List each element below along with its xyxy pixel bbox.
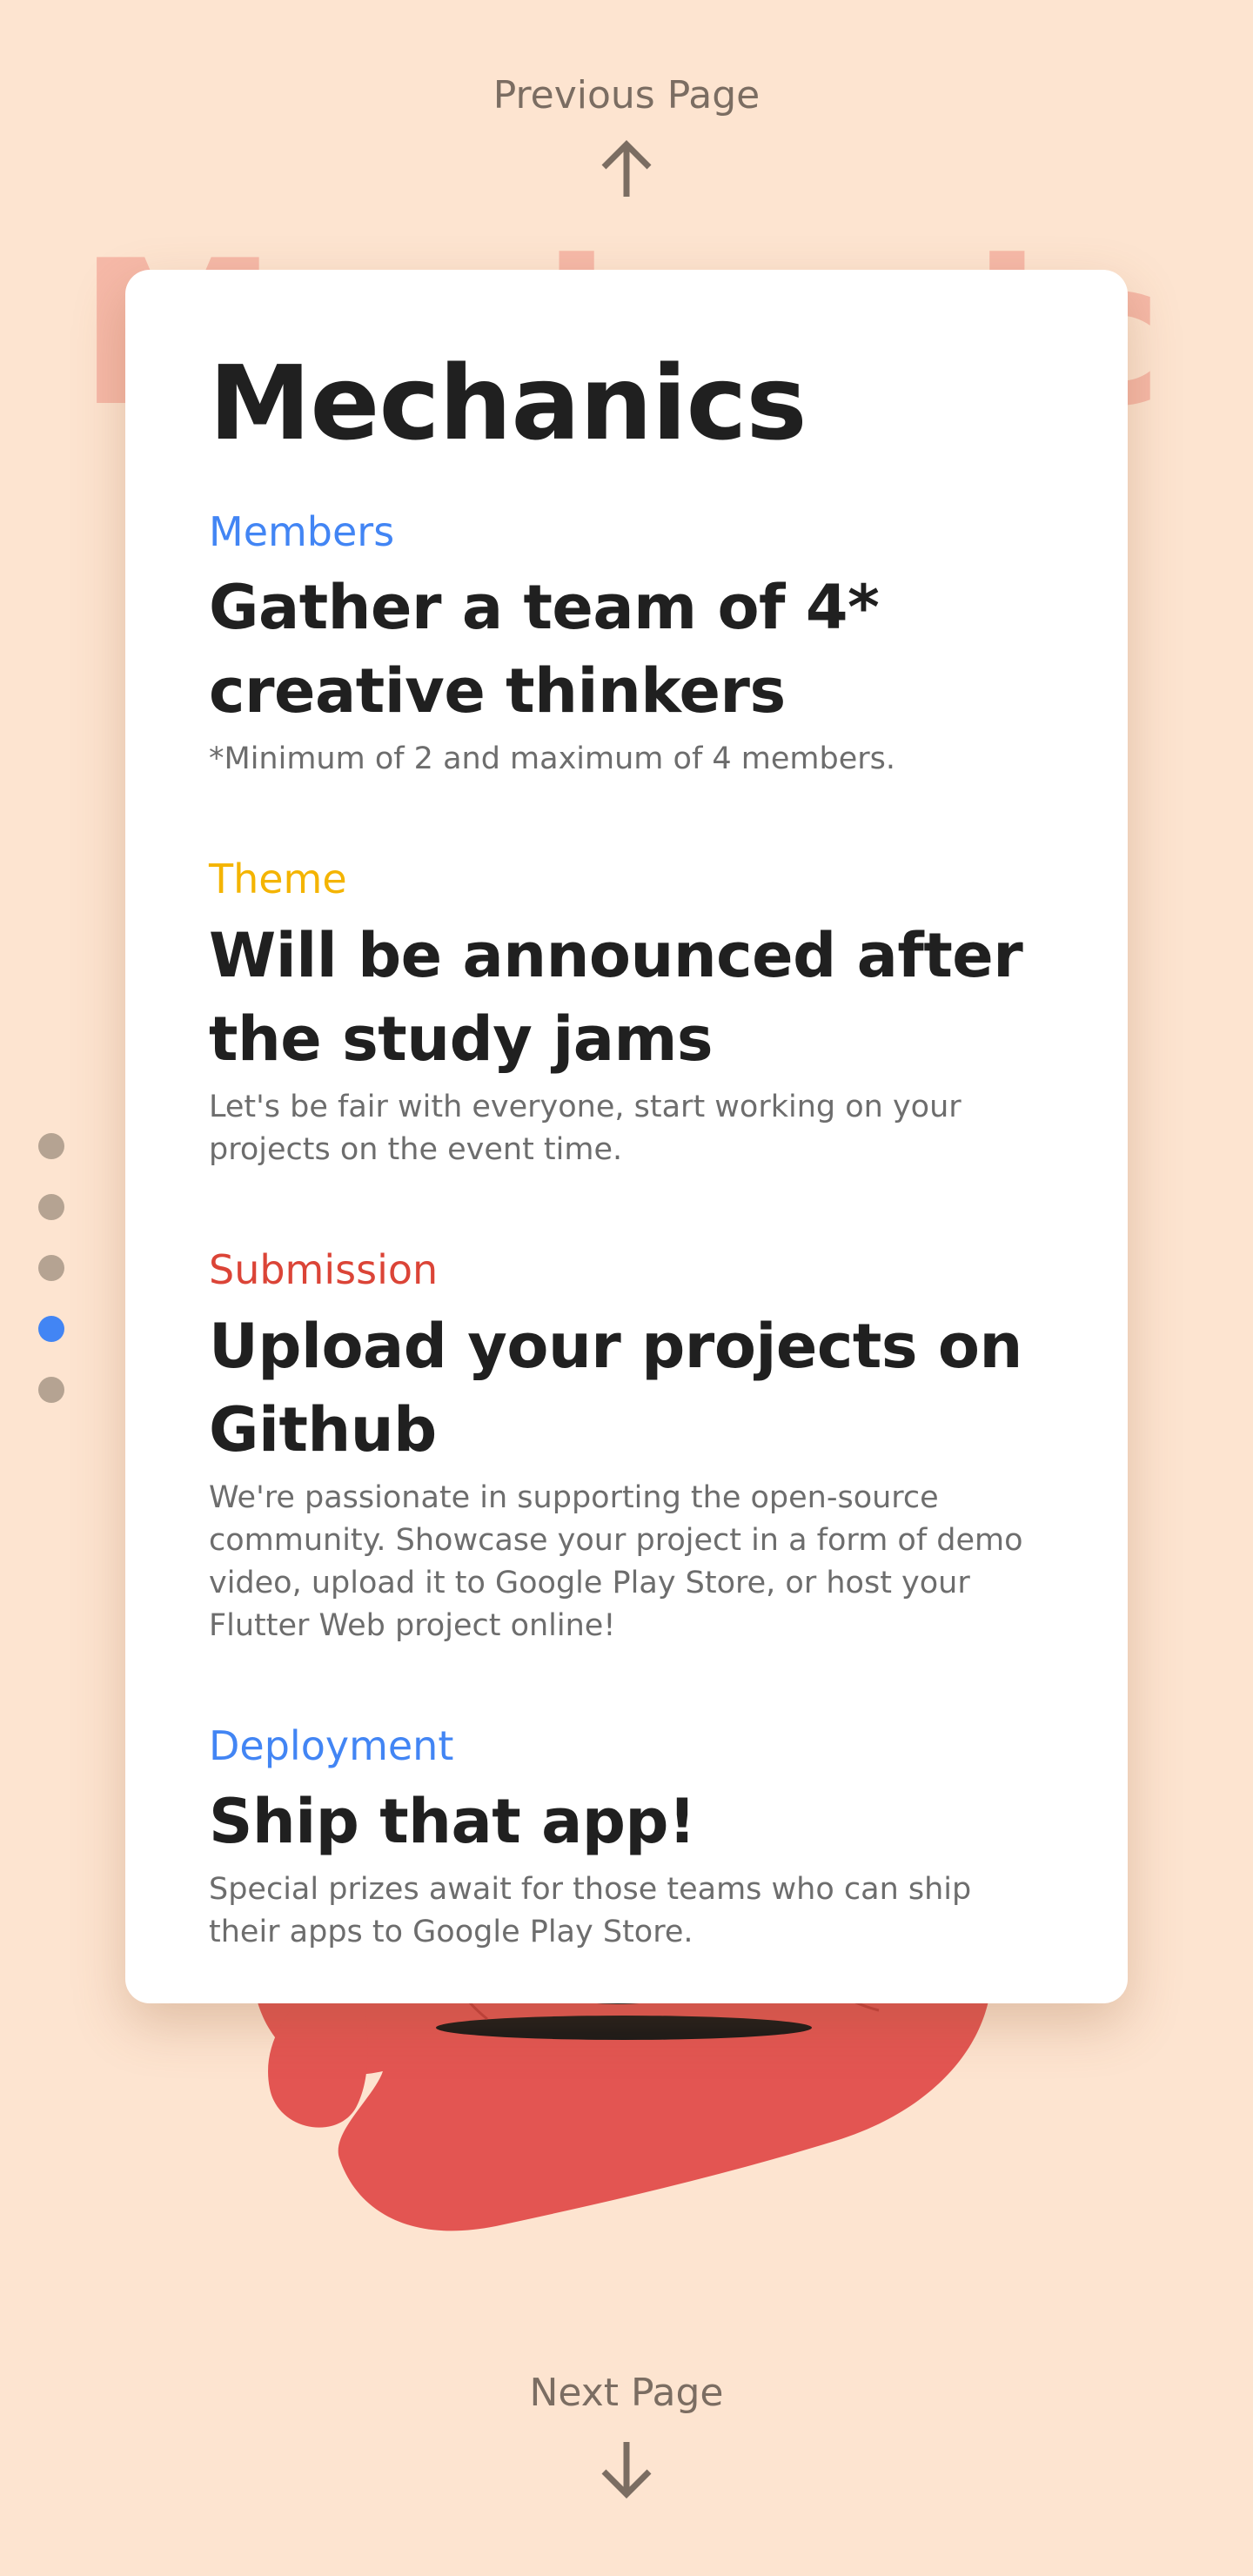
section-description: *Minimum of 2 and maximum of 4 members. <box>209 741 896 777</box>
arrow-down-icon <box>601 2442 652 2499</box>
arrow-up-icon <box>601 140 652 197</box>
section-headline: Gather a team of 4* creative thinkers <box>209 572 880 728</box>
page-dot-3[interactable] <box>38 1255 64 1281</box>
section-description: Special prizes await for those teams who… <box>209 1872 972 1950</box>
card-title: Mechanics <box>209 343 807 463</box>
section-description: Let's be fair with everyone, start worki… <box>209 1090 962 1168</box>
previous-page-label: Previous Page <box>492 73 761 117</box>
section-tag: Deployment <box>209 1721 454 1769</box>
page-dot-4-active[interactable] <box>38 1316 64 1342</box>
section-headline: Upload your projects on Github <box>209 1310 1022 1466</box>
section-tag: Theme <box>209 855 347 903</box>
page-dot-5[interactable] <box>38 1377 64 1403</box>
next-page-link[interactable]: Next Page <box>0 2374 1253 2499</box>
section-tag: Members <box>209 507 395 555</box>
next-page-label: Next Page <box>529 2371 724 2415</box>
page-indicator <box>38 1133 64 1403</box>
section-tag: Submission <box>209 1246 439 1294</box>
section-headline: Ship that app! <box>209 1786 696 1858</box>
section-deployment: Deployment Ship that app! Special prizes… <box>209 1724 1044 1955</box>
section-members: Members Gather a team of 4* creative thi… <box>209 510 1044 782</box>
section-headline: Will be announced after the study jams <box>209 920 1023 1076</box>
section-theme: Theme Will be announced after the study … <box>209 857 1044 1171</box>
section-description: We're passionate in supporting the open-… <box>209 1479 1023 1643</box>
previous-page-link[interactable]: Previous Page <box>0 77 1253 202</box>
mechanics-card: Mechanics Members Gather a team of 4* cr… <box>125 270 1128 2003</box>
page-dot-1[interactable] <box>38 1133 64 1159</box>
page-dot-2[interactable] <box>38 1194 64 1220</box>
section-submission: Submission Upload your projects on Githu… <box>209 1248 1044 1647</box>
